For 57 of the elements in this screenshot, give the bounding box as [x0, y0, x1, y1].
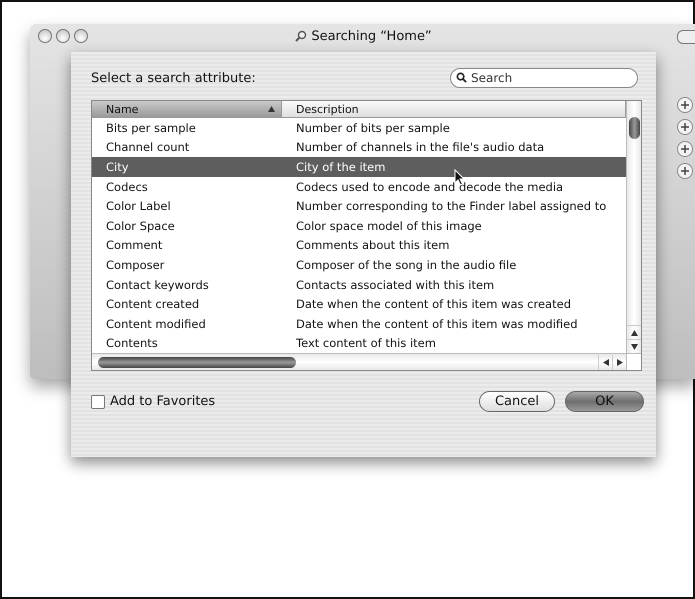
- right-arrow-icon: [616, 358, 622, 366]
- description-cell-text: Composer of the song in the audio file: [295, 258, 518, 272]
- name-cell-text: Content created: [105, 297, 200, 312]
- minimize-button[interactable]: [56, 29, 70, 43]
- search-icon: [456, 72, 467, 83]
- name-cell-text: Contact keywords: [105, 278, 210, 292]
- description-cell-text: City of the item: [295, 160, 386, 174]
- name-cell-text: Bits per sample: [105, 120, 197, 135]
- plus-icon: [681, 167, 689, 175]
- down-arrow-icon: [630, 344, 638, 350]
- vertical-scrollbar[interactable]: [626, 101, 641, 354]
- scroll-left-button[interactable]: [598, 354, 612, 370]
- table-row[interactable]: City City of the item: [92, 157, 626, 177]
- name-cell-text: Comment: [105, 238, 164, 252]
- description-cell-text: Text content of this item: [295, 336, 437, 350]
- plus-icon: [681, 123, 689, 131]
- description-cell-text: Number corresponding to the Finder label assigned to: [295, 199, 608, 214]
- plus-icon: [681, 101, 689, 109]
- name-cell-text: City: [105, 160, 130, 174]
- ok-button[interactable]: OK: [565, 391, 644, 412]
- scroll-thumb[interactable]: [629, 117, 640, 139]
- description-cell-text: Number of bits per sample: [295, 120, 451, 135]
- close-button[interactable]: [38, 29, 52, 43]
- add-criterion-button[interactable]: [677, 163, 693, 179]
- description-cell-text: Color space model of this image: [295, 218, 483, 233]
- horizontal-scrollbar[interactable]: [92, 353, 626, 370]
- cancel-button[interactable]: Cancel: [478, 391, 555, 412]
- description-cell-text: Number of channels in the file's audio data: [295, 140, 546, 154]
- scroll-thumb[interactable]: [98, 356, 296, 368]
- add-criterion-button[interactable]: [677, 141, 693, 157]
- name-cell-text: Codecs: [105, 180, 149, 194]
- name-cell-text: Composer: [105, 258, 166, 272]
- zoom-button[interactable]: [74, 29, 88, 43]
- column-header[interactable]: Name: [92, 101, 282, 118]
- window-title: Searching “Home”: [311, 28, 432, 44]
- add-criterion-button[interactable]: [677, 119, 693, 135]
- name-cell-text: Color Label: [105, 199, 172, 214]
- search-icon: [295, 30, 308, 42]
- description-cell-text: Codecs used to encode and decode the media: [295, 180, 564, 194]
- sheet-prompt: Select a search attribute:: [91, 70, 256, 86]
- left-arrow-icon: [602, 358, 608, 366]
- plus-icon: [681, 145, 689, 153]
- search-field[interactable]: Search: [450, 68, 638, 88]
- checkbox-label: Add to Favorites: [110, 394, 216, 410]
- favorites-checkbox[interactable]: [91, 394, 105, 409]
- name-cell-text: Content modified: [105, 316, 207, 331]
- column-header[interactable]: Description: [282, 101, 626, 118]
- description-cell-text: Date when the content of this item was modified: [295, 316, 579, 331]
- description-cell-text: Comments about this item: [295, 238, 450, 252]
- description-cell-text: Date when the content of this item was created: [295, 297, 572, 312]
- name-cell-text: Channel count: [105, 140, 190, 154]
- name-cell-text: Color Space: [105, 218, 176, 233]
- up-arrow-icon: [630, 330, 638, 336]
- description-cell-text: Contacts associated with this item: [295, 278, 496, 292]
- sort-ascending-icon: [268, 106, 275, 112]
- name-cell-text: Contents: [105, 336, 159, 350]
- add-criterion-button[interactable]: [677, 97, 693, 113]
